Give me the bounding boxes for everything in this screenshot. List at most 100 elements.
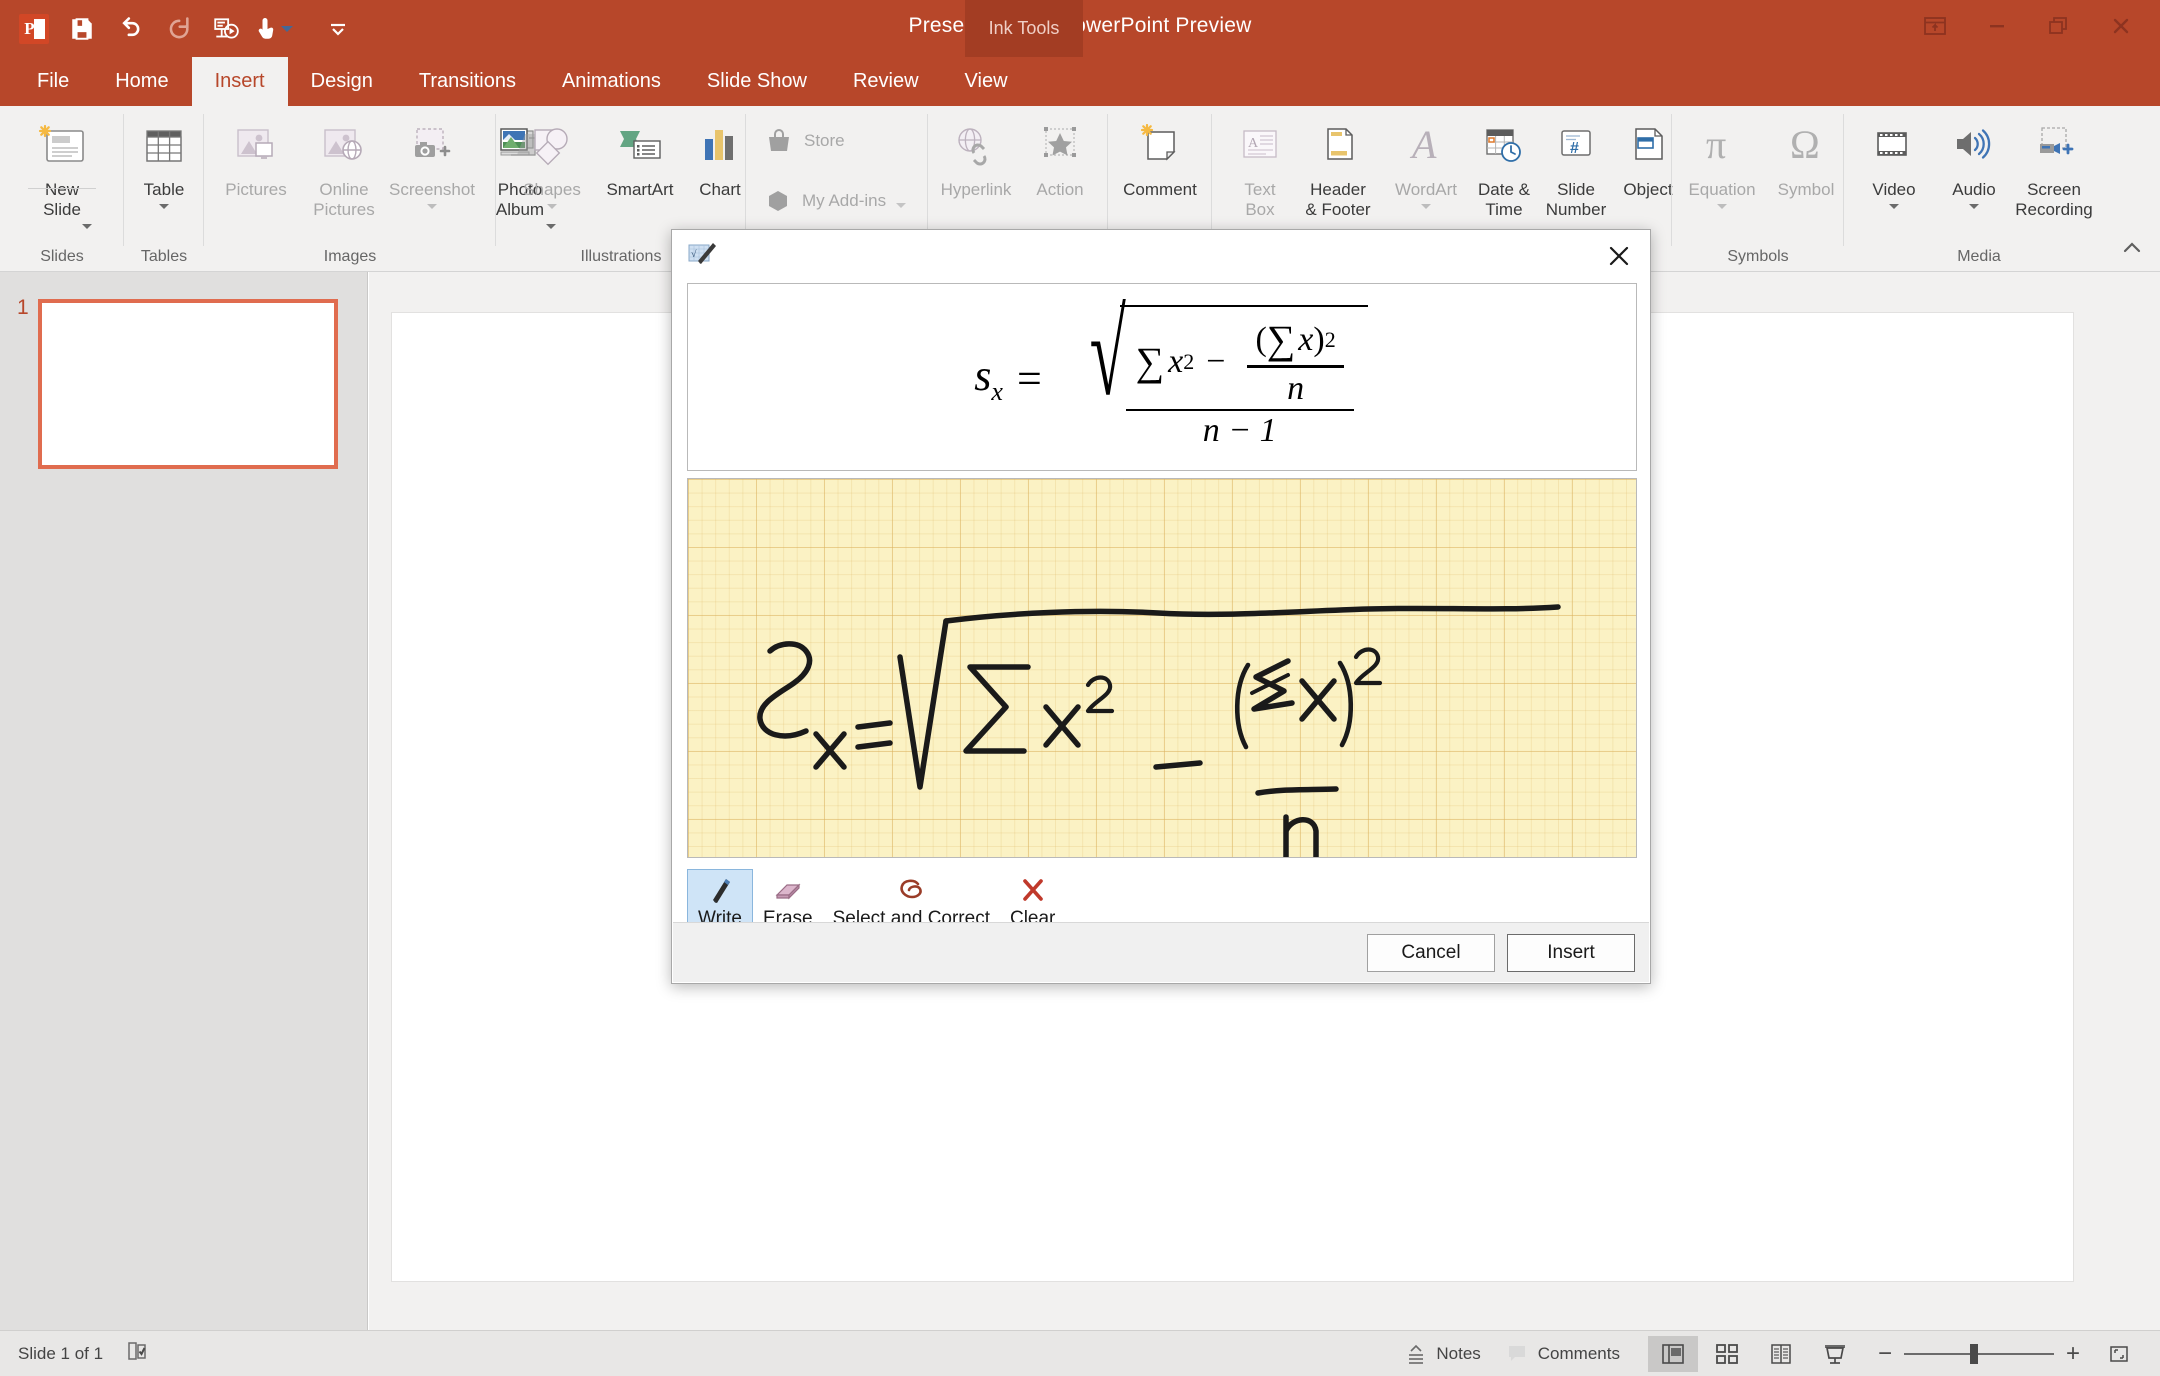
outer-fraction: ∑ x2 − ( ∑ x ) 2 n n − 1 — [1125, 315, 1354, 451]
minimize-icon[interactable] — [1966, 4, 2028, 48]
tab-file[interactable]: File — [14, 57, 92, 106]
new-slide-icon — [36, 118, 88, 174]
ribbon-button-label: Audio — [1952, 180, 1996, 199]
slide-show-view-button[interactable] — [1810, 1336, 1860, 1372]
ribbon-group-slides: New Slide Slides — [0, 106, 124, 272]
ink-stroke-n-inner — [1283, 814, 1319, 857]
ribbon-button-header-footer[interactable]: Header & Footer — [1290, 112, 1386, 219]
chevron-down-icon[interactable] — [1717, 203, 1727, 209]
symbol-omega-icon: Ω — [1781, 118, 1831, 174]
chart-icon — [696, 118, 744, 174]
ribbon-button-online-pictures[interactable]: Online Pictures — [296, 112, 392, 219]
reading-view-button[interactable] — [1756, 1336, 1806, 1372]
chevron-down-icon[interactable] — [1421, 203, 1431, 209]
zoom-track[interactable] — [1903, 1344, 2054, 1364]
ribbon-button-shapes[interactable]: Shapes — [504, 112, 600, 209]
ribbon-button-label: Video — [1872, 180, 1916, 199]
ribbon-button-new-slide[interactable]: New Slide — [14, 112, 110, 229]
sum-symbol: ∑ — [1135, 339, 1165, 385]
ribbon-button-label: Equation — [1688, 180, 1756, 199]
tab-view[interactable]: View — [942, 57, 1031, 106]
close-icon[interactable] — [2090, 4, 2152, 48]
paren-close: ) — [1313, 320, 1325, 358]
ribbon-button-label: Text Box — [1244, 180, 1276, 219]
zoom-slider[interactable]: − + — [1878, 1342, 2080, 1366]
pictures-icon — [232, 118, 280, 174]
table-icon — [140, 118, 188, 174]
ribbon-group-tables: Table Tables — [124, 106, 204, 272]
slide-number-icon: # — [1552, 118, 1600, 174]
ribbon-button-screen-recording[interactable]: Screen Recording — [2006, 112, 2102, 219]
tab-animations[interactable]: Animations — [539, 57, 684, 106]
chevron-down-icon[interactable] — [159, 203, 169, 209]
svg-text:√: √ — [691, 249, 697, 260]
ink-writing-canvas[interactable] — [687, 478, 1637, 858]
ribbon-group-title: Symbols — [1727, 248, 1789, 265]
ink-stroke-S — [757, 641, 813, 739]
smartart-icon — [614, 118, 666, 174]
ribbon-display-options-icon[interactable] — [1904, 4, 1966, 48]
ribbon-button-label: Screen Recording — [2015, 180, 2093, 219]
chevron-down-icon[interactable] — [427, 203, 437, 209]
ribbon-button-hyperlink[interactable]: Hyperlink — [928, 112, 1024, 200]
ribbon-button-label: Date & Time — [1478, 180, 1530, 219]
slide-sorter-view-button[interactable] — [1702, 1336, 1752, 1372]
comments-button[interactable]: Comments — [1507, 1343, 1620, 1365]
tab-home[interactable]: Home — [92, 57, 191, 106]
ink-equation-dialog: √ sx = √ ∑ x 2 − (∑ x) 2 n n − 1 Write… — [671, 229, 1651, 984]
zoom-out-button[interactable]: − — [1878, 1342, 1892, 1366]
accessibility-checker-icon[interactable] — [125, 1339, 149, 1368]
ribbon-button-equation[interactable]: π Equation — [1674, 112, 1770, 209]
chevron-down-icon[interactable] — [82, 224, 92, 229]
ink-stroke-sigma-1 — [963, 664, 1031, 754]
ribbon-group-title: Slides — [40, 248, 84, 265]
chevron-down-icon[interactable] — [547, 203, 557, 209]
hyperlink-icon — [951, 118, 1001, 174]
ribbon-button-label: Header & Footer — [1305, 180, 1371, 219]
cancel-button[interactable]: Cancel — [1367, 933, 1495, 972]
online-pictures-icon — [320, 118, 368, 174]
ribbon-button-comment[interactable]: Comment — [1112, 112, 1208, 200]
chevron-down-icon[interactable] — [896, 202, 907, 208]
svg-text:Ω: Ω — [1790, 124, 1820, 167]
tab-slide-show[interactable]: Slide Show — [684, 57, 830, 106]
status-bar: Slide 1 of 1 Notes Comments − + — [0, 1330, 2160, 1376]
notes-button[interactable]: Notes — [1405, 1343, 1481, 1365]
ribbon-button-label: Screenshot — [389, 180, 475, 199]
tab-insert[interactable]: Insert — [191, 57, 288, 106]
ink-stroke-paren-close — [1337, 660, 1354, 748]
ribbon-button-action[interactable]: Action — [1012, 112, 1108, 200]
ribbon-button-screenshot[interactable]: Screenshot — [384, 112, 480, 209]
insert-button[interactable]: Insert — [1507, 933, 1635, 972]
slide-thumbnail-1[interactable] — [38, 299, 338, 469]
paren-open: ( — [1255, 320, 1267, 358]
ribbon-button-my-addins[interactable]: My Add-ins — [764, 184, 907, 218]
tab-transitions[interactable]: Transitions — [396, 57, 539, 106]
chevron-up-icon[interactable] — [2120, 240, 2144, 261]
chevron-down-icon[interactable] — [1889, 203, 1899, 209]
zoom-thumb[interactable] — [1969, 1344, 1978, 1364]
zoom-in-button[interactable]: + — [2066, 1342, 2080, 1366]
ribbon-button-pictures[interactable]: Pictures — [208, 112, 304, 200]
tab-review[interactable]: Review — [830, 57, 942, 106]
ink-stroke-exp-2 — [1085, 675, 1115, 714]
ribbon-group-title: Media — [1957, 248, 2001, 265]
svg-text:π: π — [1706, 124, 1726, 167]
ink-stroke-minus — [1153, 760, 1203, 770]
fit-to-window-icon[interactable] — [2094, 1336, 2144, 1372]
store-icon — [764, 124, 794, 158]
normal-view-button[interactable] — [1647, 1336, 1698, 1372]
ribbon-button-symbol[interactable]: Ω Symbol — [1758, 112, 1854, 200]
chevron-down-icon[interactable] — [1969, 203, 1979, 209]
variable-x: x — [1168, 342, 1184, 380]
tab-design[interactable]: Design — [288, 57, 396, 106]
ribbon-group-title: Tables — [140, 248, 188, 265]
text-box-icon: A — [1236, 118, 1284, 174]
ribbon-button-table[interactable]: Table — [124, 112, 204, 209]
outer-numerator: ∑ x2 − ( ∑ x ) 2 n — [1136, 316, 1344, 408]
eraser-icon — [771, 875, 805, 905]
restore-icon[interactable] — [2028, 4, 2090, 48]
ribbon-button-store[interactable]: Store — [764, 124, 845, 158]
inner-fraction: ( ∑ x ) 2 n — [1247, 316, 1344, 408]
dialog-close-icon[interactable] — [1596, 236, 1642, 276]
